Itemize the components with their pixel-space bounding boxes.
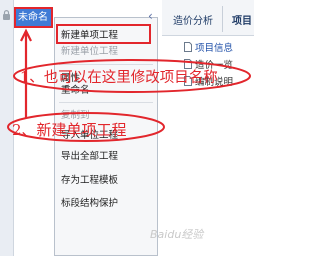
document-icon (184, 42, 192, 52)
watermark: Baidu经验 (150, 228, 204, 241)
menu-item-save-as-template[interactable]: 存为工程模板 (61, 173, 118, 189)
annotation-step-2: 2、新建单项工程 (12, 121, 127, 139)
annotation-step-1: 1、也可以在这里修改项目名称 (20, 70, 218, 86)
tab-divider (222, 6, 223, 32)
tree-item-project-info[interactable]: 项目信息 (184, 42, 233, 55)
menu-item-export-all-projects[interactable]: 导出全部工程 (61, 149, 118, 165)
tab-project[interactable]: 项目 (232, 12, 252, 27)
project-node-highlight (14, 7, 53, 28)
tab-cost-analysis[interactable]: 造价分析 (173, 12, 213, 27)
menu-separator (59, 102, 153, 103)
lock-icon (3, 10, 10, 20)
new-single-project-highlight (56, 24, 151, 44)
collapse-left-icon[interactable]: ‹ (148, 9, 153, 23)
tab-bar: 造价分析 项目 (162, 0, 254, 36)
tree-item-label: 项目信息 (195, 43, 234, 54)
menu-item-section-structure-protect[interactable]: 标段结构保护 (61, 196, 118, 212)
